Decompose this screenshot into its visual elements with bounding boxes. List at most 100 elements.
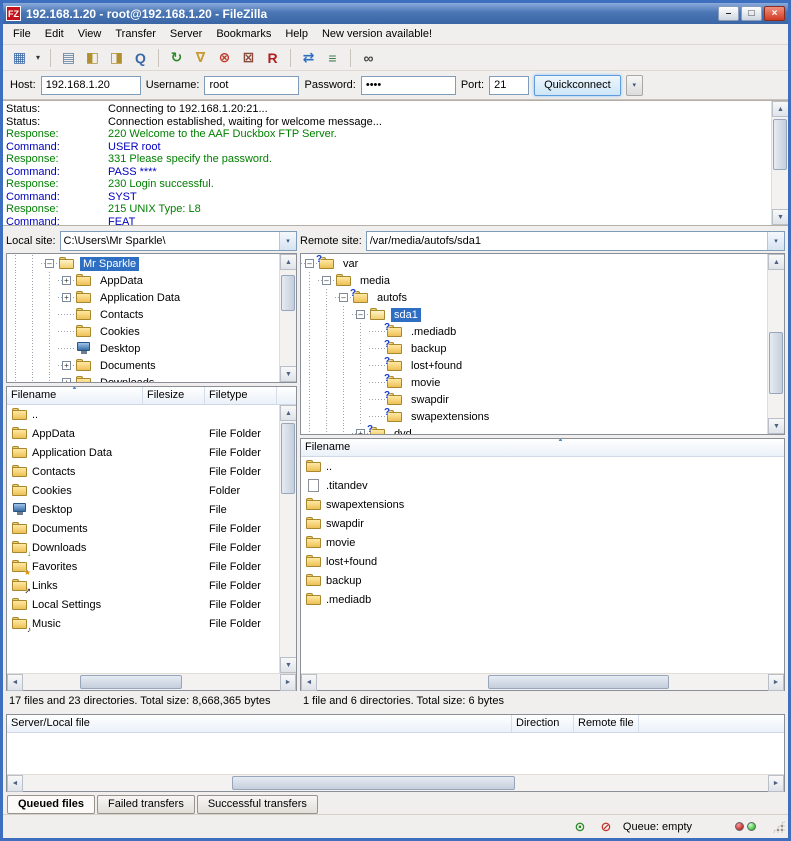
scroll-up-button[interactable]: ▲ [772,101,788,117]
scrollbar-track[interactable] [317,674,768,690]
log-vertical-scrollbar[interactable]: ▲ ▼ [771,101,788,225]
file-row[interactable]: .. [301,457,784,476]
disconnect-icon[interactable]: ⊠ [237,47,260,69]
scroll-left-button[interactable]: ◄ [7,775,23,792]
quickconnect-dropdown-icon[interactable]: ▾ [626,75,643,96]
tree-expander[interactable]: – [339,293,348,302]
column-header-remote-file[interactable]: Remote file [574,715,639,732]
scroll-up-button[interactable]: ▲ [280,254,297,270]
scroll-right-button[interactable]: ► [768,775,784,792]
menu-item-help[interactable]: Help [278,26,315,42]
reconnect-icon[interactable]: R [261,47,284,69]
scroll-right-button[interactable]: ► [280,674,296,691]
scrollbar-thumb[interactable] [80,675,183,689]
scroll-right-button[interactable]: ► [768,674,784,691]
tree-item[interactable]: –media [301,272,767,289]
username-input[interactable] [204,76,299,95]
column-header-filetype[interactable]: Filetype [205,387,277,404]
scrollbar-thumb[interactable] [281,275,295,311]
menu-item-bookmarks[interactable]: Bookmarks [209,26,278,42]
menu-item-file[interactable]: File [6,26,38,42]
maximize-button[interactable]: □ [741,6,762,21]
tree-expander[interactable]: – [45,259,54,268]
tree-expander[interactable]: – [305,259,314,268]
host-input[interactable] [41,76,141,95]
file-row[interactable]: lost+found [301,552,784,571]
scroll-down-button[interactable]: ▼ [280,657,296,673]
tree-item[interactable]: Cookies [7,323,279,340]
file-row[interactable]: DocumentsFile Folder [7,519,279,538]
filter-icon[interactable]: ∇ [189,47,212,69]
site-manager-icon[interactable]: ▦ [8,47,31,69]
scrollbar-thumb[interactable] [232,776,515,790]
tree-expander[interactable]: + [356,429,365,434]
speed-limit-icon[interactable]: ⊙ [571,819,589,835]
queue-horizontal-scrollbar[interactable]: ◄ ► [7,774,784,791]
remote-path-dropdown-icon[interactable]: ▾ [767,232,784,250]
scroll-left-button[interactable]: ◄ [301,674,317,691]
filter-icon[interactable]: ⊘ [597,819,615,835]
menu-item-transfer[interactable]: Transfer [108,26,163,42]
scrollbar-track[interactable] [23,674,280,690]
tab-successful-transfers[interactable]: Successful transfers [197,795,318,814]
site-manager-dropdown-icon[interactable]: ▾ [32,47,44,69]
remote-tree-vertical-scrollbar[interactable]: ▲ ▼ [767,254,784,434]
local-tree-vertical-scrollbar[interactable]: ▲ ▼ [279,254,296,382]
scroll-up-button[interactable]: ▲ [768,254,785,270]
close-button[interactable]: × [764,6,785,21]
tree-expander[interactable]: + [62,378,71,382]
scroll-down-button[interactable]: ▼ [280,366,297,382]
directory-comparison-icon[interactable]: ⇄ [297,47,320,69]
toggle-queue-icon[interactable]: Q [129,47,152,69]
refresh-icon[interactable]: ↻ [165,47,188,69]
tree-expander[interactable]: – [356,310,365,319]
file-row[interactable]: AppDataFile Folder [7,424,279,443]
local-list-vertical-scrollbar[interactable]: ▲ ▼ [279,405,296,673]
tree-expander[interactable]: – [322,276,331,285]
titlebar[interactable]: FZ 192.168.1.20 - root@192.168.1.20 - Fi… [3,3,788,24]
tree-item[interactable]: –?var [301,255,767,272]
file-row[interactable]: CookiesFolder [7,481,279,500]
tree-item[interactable]: ?movie [301,374,767,391]
file-row[interactable]: ♪MusicFile Folder [7,614,279,633]
local-horizontal-scrollbar[interactable]: ◄ ► [7,673,296,690]
column-header-filename[interactable]: Filename▲ [7,387,143,404]
tree-item[interactable]: ?swapdir [301,391,767,408]
file-row[interactable]: Application DataFile Folder [7,443,279,462]
file-row[interactable]: backup [301,571,784,590]
port-input[interactable] [489,76,529,95]
tree-item[interactable]: –sda1 [301,306,767,323]
column-header-direction[interactable]: Direction [512,715,574,732]
tree-item[interactable]: ?backup [301,340,767,357]
tree-item[interactable]: –?autofs [301,289,767,306]
menu-item-view[interactable]: View [71,26,109,42]
scrollbar-thumb[interactable] [769,332,783,394]
scroll-left-button[interactable]: ◄ [7,674,23,691]
tree-item[interactable]: +Downloads [7,374,279,382]
file-row[interactable]: DesktopFile [7,500,279,519]
scroll-up-button[interactable]: ▲ [280,405,296,421]
scrollbar-track[interactable] [280,421,296,657]
local-path-input[interactable] [61,232,279,250]
quickconnect-button[interactable]: Quickconnect [534,75,621,96]
tree-item[interactable]: +?dvd [301,425,767,434]
tab-queued-files[interactable]: Queued files [7,795,95,814]
tree-expander[interactable]: + [62,293,71,302]
scrollbar-thumb[interactable] [281,423,295,494]
tree-item[interactable]: +Documents [7,357,279,374]
tree-expander[interactable]: + [62,276,71,285]
file-row[interactable]: .mediadb [301,590,784,609]
column-header-filesize[interactable]: Filesize [143,387,205,404]
scroll-down-button[interactable]: ▼ [768,418,785,434]
tree-item[interactable]: +AppData [7,272,279,289]
menu-item-edit[interactable]: Edit [38,26,71,42]
scrollbar-thumb[interactable] [773,119,787,171]
local-path-dropdown-icon[interactable]: ▾ [279,232,296,250]
file-row[interactable]: ↗LinksFile Folder [7,576,279,595]
synchronized-browsing-icon[interactable]: ≡ [321,47,344,69]
cancel-icon[interactable]: ⊗ [213,47,236,69]
column-header-server-local-file[interactable]: Server/Local file [7,715,512,732]
file-row[interactable]: .titandev [301,476,784,495]
tree-item[interactable]: ?swapextensions [301,408,767,425]
toggle-message-log-icon[interactable]: ▤ [57,47,80,69]
